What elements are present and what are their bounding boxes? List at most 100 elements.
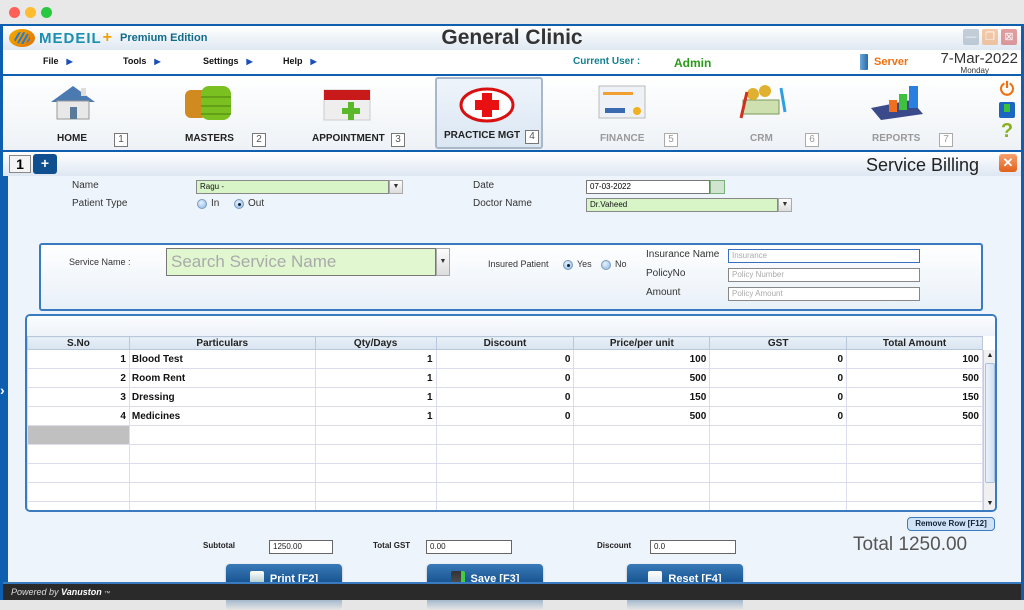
table-cell[interactable]: [314, 482, 437, 502]
table-cell[interactable]: [573, 463, 711, 483]
table-cell[interactable]: 500: [573, 368, 711, 388]
insured-yes-radio[interactable]: [563, 260, 573, 270]
menu-help[interactable]: Help ▶: [283, 56, 363, 66]
table-cell[interactable]: [27, 501, 130, 510]
table-cell[interactable]: 500: [846, 406, 983, 426]
table-cell[interactable]: [314, 444, 437, 464]
table-cell[interactable]: [846, 501, 983, 510]
table-cell[interactable]: [709, 444, 848, 464]
table-cell[interactable]: [573, 425, 711, 445]
menu-file[interactable]: File ▶: [43, 56, 123, 66]
table-cell[interactable]: Room Rent: [128, 368, 316, 388]
table-cell[interactable]: 4: [27, 406, 130, 426]
nav-practice-mgt[interactable]: PRACTICE MGT 4: [435, 77, 543, 149]
table-cell[interactable]: 1: [314, 406, 437, 426]
table-cell[interactable]: [314, 501, 437, 510]
table-cell[interactable]: [573, 482, 711, 502]
table-cell[interactable]: [27, 425, 130, 445]
table-cell[interactable]: [435, 444, 575, 464]
table-cell[interactable]: [846, 482, 983, 502]
subtotal-field[interactable]: 1250.00: [269, 540, 333, 554]
table-cell[interactable]: 1: [314, 368, 437, 388]
table-cell[interactable]: 0: [709, 349, 848, 369]
table-cell[interactable]: 100: [573, 349, 711, 369]
chevron-down-icon[interactable]: ▼: [389, 180, 403, 194]
nav-finance[interactable]: FINANCE 5: [583, 76, 713, 150]
table-cell[interactable]: Blood Test: [128, 349, 316, 369]
table-cell[interactable]: [709, 482, 848, 502]
nav-appointment[interactable]: APPOINTMENT 3: [298, 76, 428, 150]
discount-field[interactable]: 0.0: [650, 540, 736, 554]
insurance-name-input[interactable]: Insurance: [728, 249, 920, 263]
doctor-name-combo[interactable]: Dr.Vaheed: [586, 198, 778, 212]
table-row[interactable]: 1 Blood Test 1 0 100 0 100: [27, 349, 983, 369]
date-field[interactable]: 07-03-2022: [586, 180, 710, 194]
table-cell[interactable]: [435, 482, 575, 502]
power-icon[interactable]: ⏻: [1000, 80, 1014, 98]
patient-type-out-radio[interactable]: [234, 199, 244, 209]
table-cell[interactable]: [27, 463, 130, 483]
table-cell[interactable]: 0: [709, 387, 848, 407]
remove-row-button[interactable]: Remove Row [F12]: [907, 517, 995, 531]
table-cell[interactable]: [846, 463, 983, 483]
minimize-button[interactable]: —: [963, 29, 979, 45]
table-cell[interactable]: 500: [573, 406, 711, 426]
chevron-down-icon[interactable]: ▼: [778, 198, 792, 212]
insured-no-radio[interactable]: [601, 260, 611, 270]
table-cell[interactable]: [128, 501, 316, 510]
add-tab-button[interactable]: +: [33, 154, 57, 174]
column-header[interactable]: Total Amount: [846, 336, 983, 350]
menu-tools[interactable]: Tools ▶: [123, 56, 203, 66]
table-cell[interactable]: 3: [27, 387, 130, 407]
column-header[interactable]: Price/per unit: [573, 336, 711, 350]
table-cell[interactable]: 1: [314, 349, 437, 369]
table-cell[interactable]: [128, 425, 316, 445]
side-panel-toggle[interactable]: ›: [0, 382, 8, 398]
table-cell[interactable]: 100: [846, 349, 983, 369]
table-cell[interactable]: [128, 482, 316, 502]
table-cell[interactable]: 2: [27, 368, 130, 388]
close-app-button[interactable]: ⊠: [1001, 29, 1017, 45]
table-cell[interactable]: [128, 463, 316, 483]
close-screen-button[interactable]: ✕: [999, 154, 1017, 172]
table-cell[interactable]: 1: [27, 349, 130, 369]
nav-home[interactable]: HOME 1: [13, 76, 143, 150]
table-cell[interactable]: [573, 501, 711, 510]
table-cell[interactable]: 150: [846, 387, 983, 407]
table-cell[interactable]: Dressing: [128, 387, 316, 407]
column-header[interactable]: Qty/Days: [314, 336, 437, 350]
table-cell[interactable]: 0: [435, 387, 575, 407]
table-cell[interactable]: [846, 444, 983, 464]
calendar-icon[interactable]: [710, 180, 725, 194]
table-cell[interactable]: [435, 425, 575, 445]
scroll-up-icon[interactable]: ▲: [984, 350, 995, 362]
empty-table-row[interactable]: [27, 482, 983, 502]
vertical-scrollbar[interactable]: ▲ ▼: [983, 350, 995, 510]
download-icon[interactable]: [999, 102, 1015, 118]
restore-button[interactable]: ❐: [982, 29, 998, 45]
service-search-input[interactable]: Search Service Name: [166, 248, 436, 276]
patient-name-combo[interactable]: Ragu -: [196, 180, 389, 194]
table-cell[interactable]: 1: [314, 387, 437, 407]
table-cell[interactable]: 0: [435, 406, 575, 426]
patient-type-in-radio[interactable]: [197, 199, 207, 209]
empty-table-row[interactable]: [27, 463, 983, 483]
scroll-thumb[interactable]: [985, 363, 995, 483]
total-gst-field[interactable]: 0.00: [426, 540, 512, 554]
table-cell[interactable]: 0: [435, 349, 575, 369]
empty-table-row[interactable]: [27, 425, 983, 445]
table-cell[interactable]: 150: [573, 387, 711, 407]
table-cell[interactable]: [435, 501, 575, 510]
nav-masters[interactable]: MASTERS 2: [149, 76, 279, 150]
table-row[interactable]: 2 Room Rent 1 0 500 0 500: [27, 368, 983, 388]
table-row[interactable]: 3 Dressing 1 0 150 0 150: [27, 387, 983, 407]
table-cell[interactable]: [27, 444, 130, 464]
table-cell[interactable]: [846, 425, 983, 445]
table-row[interactable]: 4 Medicines 1 0 500 0 500: [27, 406, 983, 426]
table-cell[interactable]: 0: [435, 368, 575, 388]
table-cell[interactable]: Medicines: [128, 406, 316, 426]
table-cell[interactable]: [573, 444, 711, 464]
table-cell[interactable]: 0: [709, 406, 848, 426]
empty-table-row[interactable]: [27, 501, 983, 510]
column-header[interactable]: GST: [709, 336, 848, 350]
